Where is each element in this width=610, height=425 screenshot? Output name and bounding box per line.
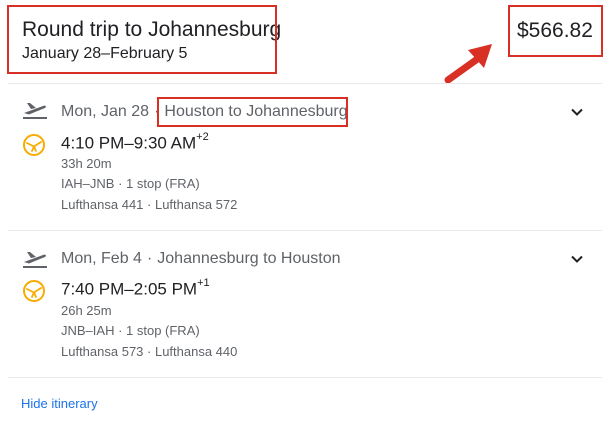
- price-highlight-box: [508, 5, 603, 57]
- leg-flights: Lufthansa 573 · Lufthansa 440: [61, 344, 238, 359]
- separator: ·: [146, 250, 153, 267]
- leg-duration: 26h 25m: [61, 303, 112, 318]
- leg-route: Johannesburg to Houston: [157, 250, 341, 267]
- annotation-arrow-icon: [444, 44, 492, 84]
- leg-times: 4:10 PM–9:30 AM+2: [61, 131, 209, 154]
- leg-date: Mon, Feb 4: [61, 250, 142, 267]
- chevron-down-icon[interactable]: [567, 102, 587, 122]
- takeoff-icon: [23, 252, 47, 268]
- lufthansa-logo-icon: [23, 280, 45, 302]
- leg-header: Mon, Feb 4 · Johannesburg to Houston: [61, 250, 341, 268]
- lufthansa-logo-icon: [23, 134, 45, 156]
- day-offset: +1: [197, 277, 210, 289]
- leg-stops: JNB–IAH · 1 stop (FRA): [61, 323, 200, 338]
- route-highlight-box: [157, 97, 348, 127]
- title-highlight-box: [7, 5, 277, 74]
- leg-time-range: 4:10 PM–9:30 AM: [61, 133, 197, 153]
- header-divider: [8, 83, 602, 84]
- footer-divider: [8, 377, 602, 378]
- leg-duration: 33h 20m: [61, 156, 112, 171]
- leg-date: Mon, Jan 28: [61, 103, 150, 120]
- hide-itinerary-link[interactable]: Hide itinerary: [21, 396, 98, 411]
- leg-divider: [8, 230, 602, 231]
- day-offset: +2: [196, 131, 209, 143]
- leg-times: 7:40 PM–2:05 PM+1: [61, 277, 210, 300]
- leg-time-range: 7:40 PM–2:05 PM: [61, 279, 198, 299]
- leg-flights: Lufthansa 441 · Lufthansa 572: [61, 197, 238, 212]
- chevron-down-icon[interactable]: [567, 249, 587, 269]
- takeoff-icon: [23, 103, 47, 119]
- leg-stops: IAH–JNB · 1 stop (FRA): [61, 176, 200, 191]
